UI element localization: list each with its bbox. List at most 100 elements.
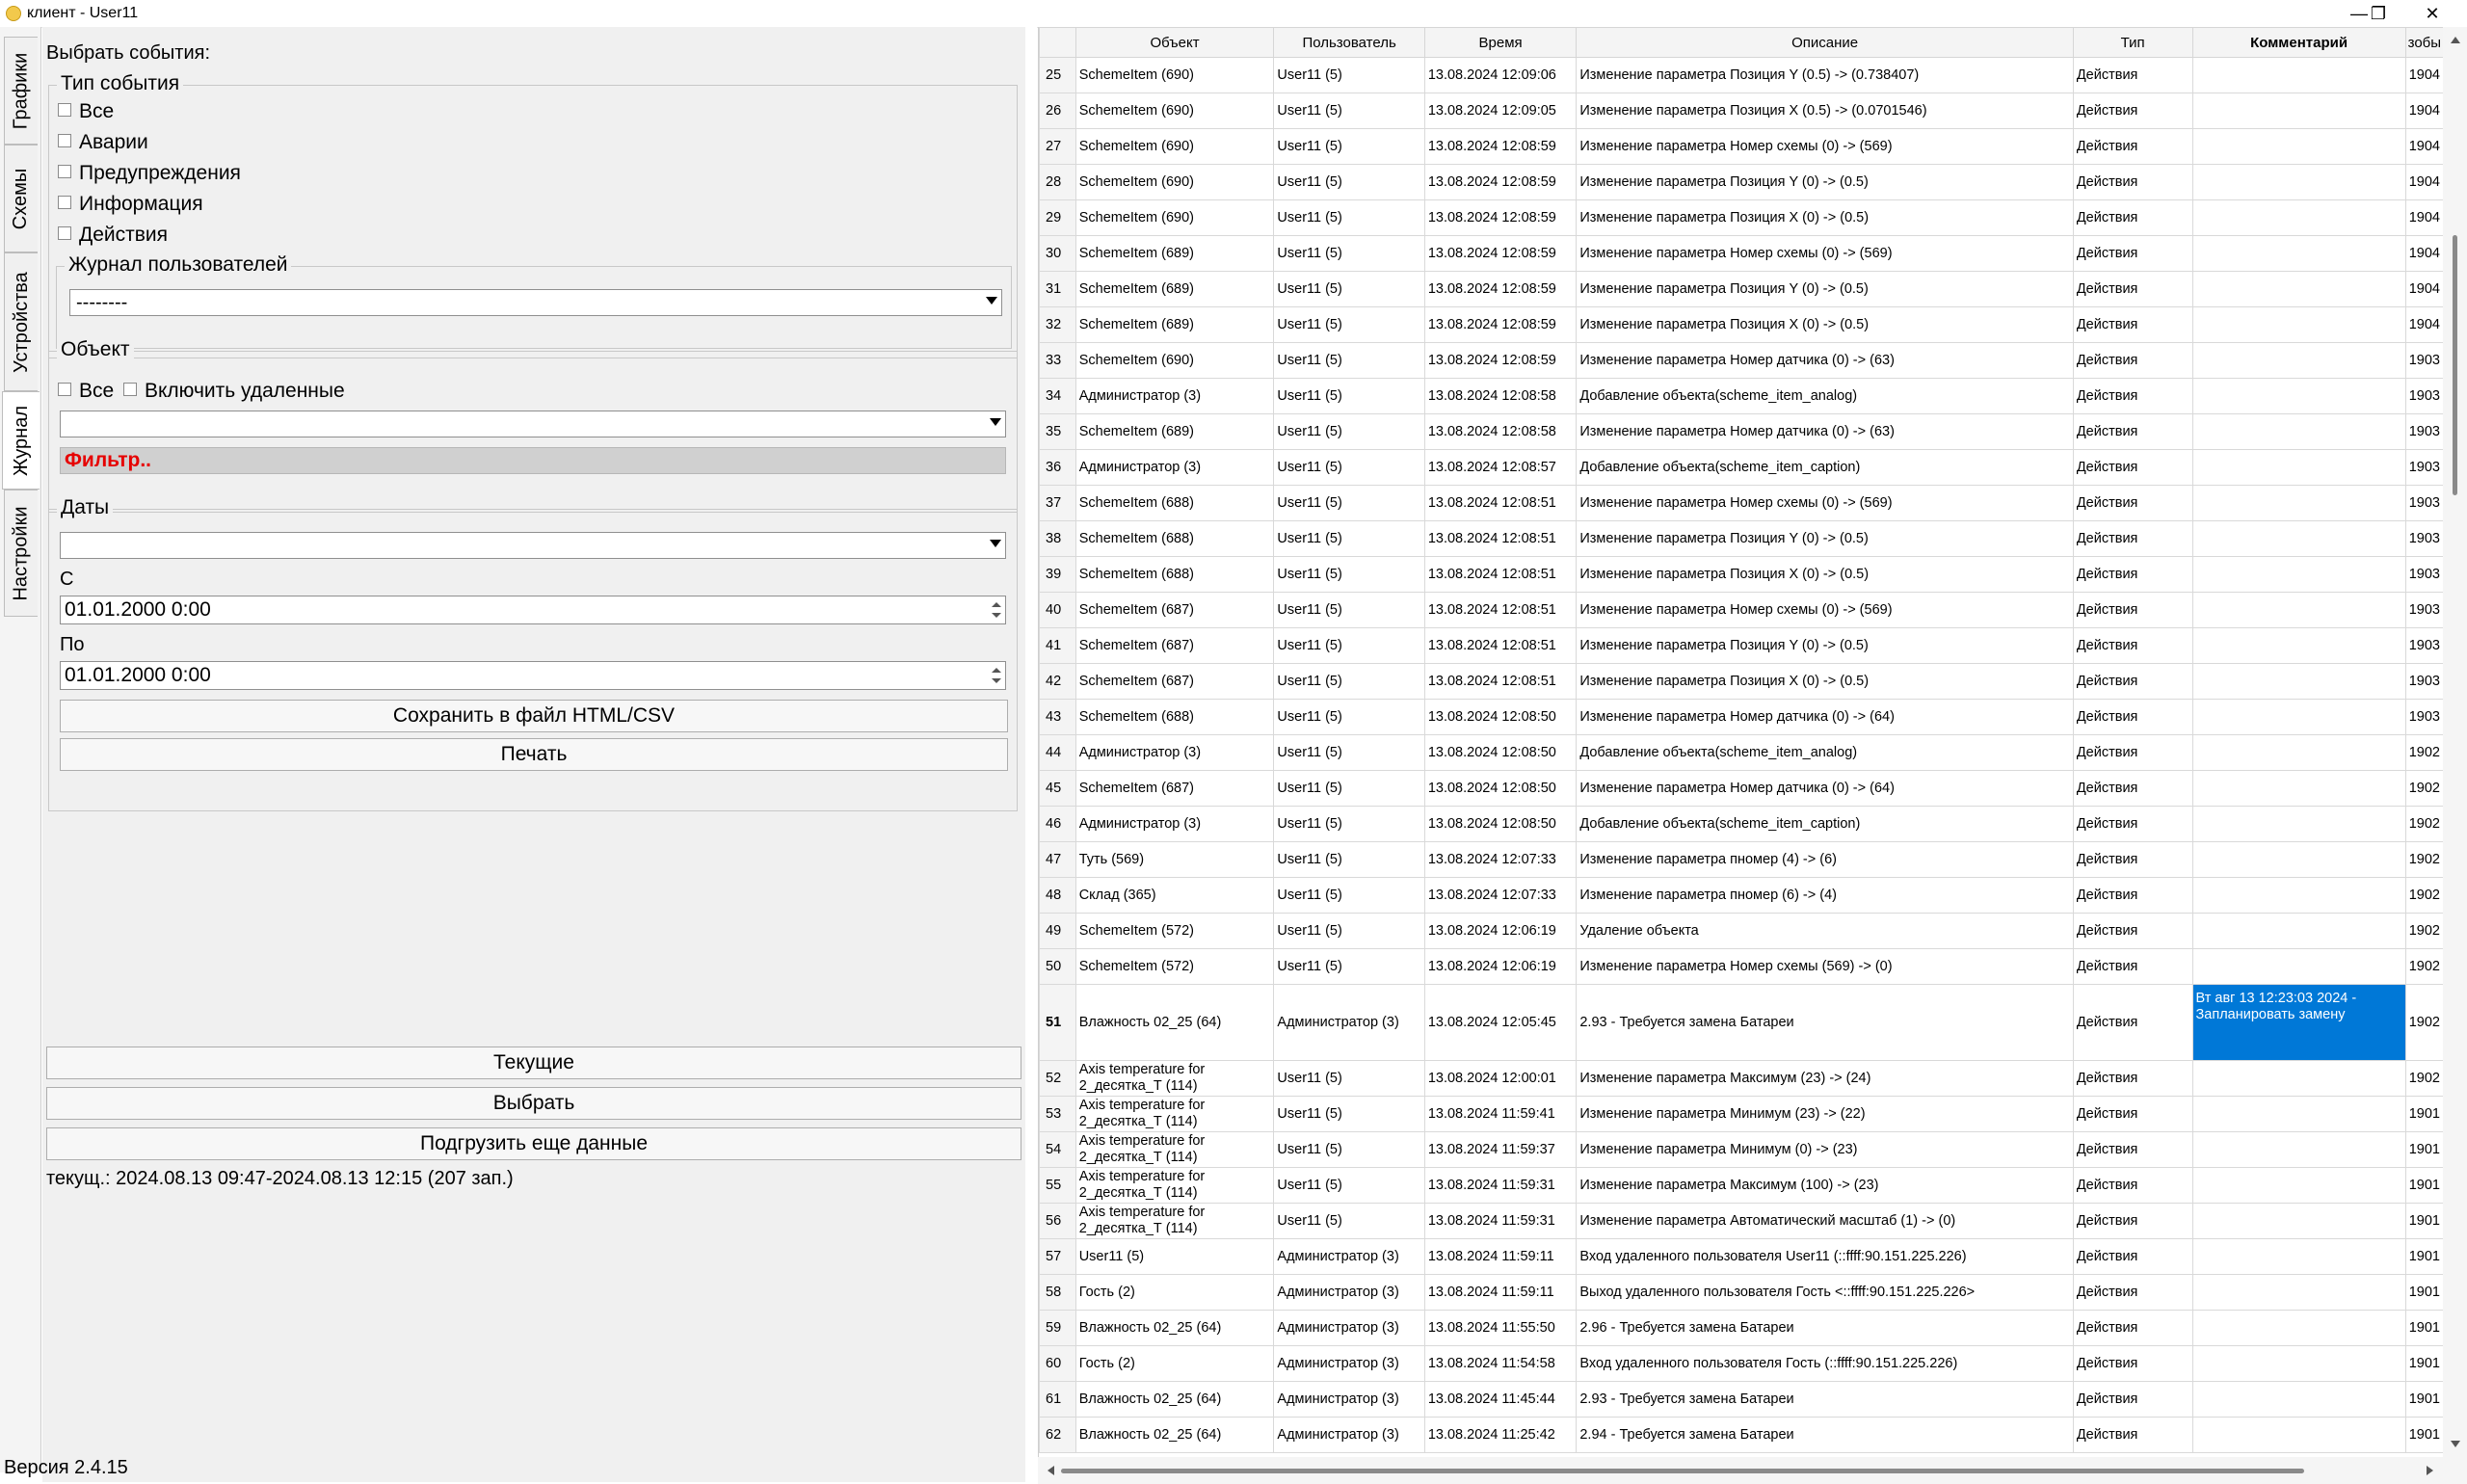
- cell-comment[interactable]: [2191, 770, 2406, 807]
- scroll-thumb[interactable]: [2453, 235, 2457, 495]
- table-row[interactable]: 57 User11 (5) Администратор (3) 13.08.2024 …: [1039, 1238, 2444, 1275]
- cell-extra[interactable]: 1901: [2404, 1381, 2444, 1418]
- cell-description[interactable]: Удаление объекта: [1576, 913, 2074, 949]
- cell-extra[interactable]: 1901: [2404, 1274, 2444, 1311]
- cell-row-number[interactable]: 53: [1039, 1096, 1076, 1132]
- cell-type[interactable]: Действия: [2072, 734, 2193, 771]
- cell-row-number[interactable]: 60: [1039, 1345, 1076, 1382]
- cell-type[interactable]: Действия: [2072, 1238, 2193, 1275]
- table-row[interactable]: 40 SchemeItem (687) User11 (5) 13.08.2024 1…: [1039, 592, 2444, 628]
- cell-time[interactable]: 13.08.2024 12:08:59: [1423, 128, 1578, 165]
- cell-type[interactable]: Действия: [2072, 1167, 2193, 1204]
- cell-type[interactable]: Действия: [2072, 806, 2193, 842]
- cell-extra[interactable]: 1904: [2404, 271, 2444, 307]
- cell-user[interactable]: User11 (5): [1273, 235, 1425, 272]
- col-header-time[interactable]: Время: [1423, 27, 1578, 58]
- cell-description[interactable]: Изменение параметра Номер датчика (0) ->…: [1576, 342, 2074, 379]
- checkbox-info[interactable]: Информация: [58, 193, 203, 216]
- cell-extra[interactable]: 1902: [2404, 1060, 2444, 1097]
- cell-object[interactable]: SchemeItem (572): [1074, 948, 1275, 985]
- checkbox-warnings[interactable]: Предупреждения: [58, 162, 241, 185]
- cell-user[interactable]: User11 (5): [1273, 164, 1425, 200]
- cell-user[interactable]: Администратор (3): [1273, 1381, 1425, 1418]
- table-row[interactable]: 42 SchemeItem (687) User11 (5) 13.08.2024 1…: [1039, 663, 2444, 700]
- hscroll-thumb[interactable]: [1061, 1469, 2304, 1473]
- cell-description[interactable]: Изменение параметра Позиция X (0) -> (0.…: [1576, 663, 2074, 700]
- cell-comment[interactable]: [2191, 378, 2406, 414]
- table-row[interactable]: 52 Axis temperature for 2_десятка_Т (114)…: [1039, 1060, 2444, 1097]
- cell-object[interactable]: SchemeItem (689): [1074, 235, 1275, 272]
- cell-description[interactable]: Вход удаленного пользователя User11 (::f…: [1576, 1238, 2074, 1275]
- cell-time[interactable]: 13.08.2024 12:06:19: [1423, 913, 1578, 949]
- cell-type[interactable]: Действия: [2072, 342, 2193, 379]
- col-header-extra[interactable]: зобы: [2404, 27, 2444, 58]
- cell-description[interactable]: Добавление объекта(scheme_item_analog): [1576, 734, 2074, 771]
- cell-user[interactable]: User11 (5): [1273, 877, 1425, 914]
- table-row[interactable]: 34 Администратор (3) User11 (5) 13.08.2024 …: [1039, 378, 2444, 414]
- cell-row-number[interactable]: 45: [1039, 770, 1076, 807]
- cell-extra[interactable]: 1903: [2404, 663, 2444, 700]
- cell-user[interactable]: User11 (5): [1273, 485, 1425, 521]
- to-date-input[interactable]: 01.01.2000 0:00: [60, 661, 1006, 690]
- save-html-csv-button[interactable]: Сохранить в файл HTML/CSV: [60, 700, 1008, 732]
- cell-extra[interactable]: 1902: [2404, 984, 2444, 1061]
- cell-extra[interactable]: 1903: [2404, 449, 2444, 486]
- tab-schemes[interactable]: Схемы: [4, 145, 38, 252]
- cell-comment[interactable]: [2191, 449, 2406, 486]
- col-header-comment[interactable]: Комментарий: [2191, 27, 2406, 58]
- cell-user[interactable]: User11 (5): [1273, 734, 1425, 771]
- cell-extra[interactable]: 1902: [2404, 806, 2444, 842]
- cell-extra[interactable]: 1903: [2404, 592, 2444, 628]
- cell-time[interactable]: 13.08.2024 12:09:05: [1423, 93, 1578, 129]
- cell-type[interactable]: Действия: [2072, 913, 2193, 949]
- cell-comment[interactable]: [2191, 485, 2406, 521]
- cell-extra[interactable]: 1904: [2404, 199, 2444, 236]
- table-row[interactable]: 26 SchemeItem (690) User11 (5) 13.08.2024 1…: [1039, 93, 2444, 129]
- cell-user[interactable]: Администратор (3): [1273, 1345, 1425, 1382]
- table-row[interactable]: 46 Администратор (3) User11 (5) 13.08.2024 …: [1039, 806, 2444, 842]
- table-row[interactable]: 61 Влажность 02_25 (64) Администратор (3) 1…: [1039, 1381, 2444, 1418]
- cell-extra[interactable]: 1901: [2404, 1345, 2444, 1382]
- cell-user[interactable]: User11 (5): [1273, 128, 1425, 165]
- cell-user[interactable]: Администратор (3): [1273, 1417, 1425, 1453]
- table-row[interactable]: 56 Axis temperature for 2_десятка_Т (114)…: [1039, 1203, 2444, 1239]
- cell-type[interactable]: Действия: [2072, 1096, 2193, 1132]
- cell-row-number[interactable]: 61: [1039, 1381, 1076, 1418]
- checkbox-include-deleted[interactable]: Включить удаленные: [123, 380, 345, 403]
- cell-description[interactable]: Изменение параметра Позиция X (0) -> (0.…: [1576, 556, 2074, 593]
- cell-comment[interactable]: [2191, 1167, 2406, 1204]
- cell-extra[interactable]: 1904: [2404, 164, 2444, 200]
- cell-object[interactable]: SchemeItem (688): [1074, 485, 1275, 521]
- cell-description[interactable]: Изменение параметра Номер схемы (569) ->…: [1576, 948, 2074, 985]
- cell-user[interactable]: User11 (5): [1273, 520, 1425, 557]
- cell-extra[interactable]: 1904: [2404, 235, 2444, 272]
- cell-user[interactable]: User11 (5): [1273, 342, 1425, 379]
- cell-user[interactable]: User11 (5): [1273, 306, 1425, 343]
- cell-comment[interactable]: [2191, 199, 2406, 236]
- cell-row-number[interactable]: 54: [1039, 1131, 1076, 1168]
- table-row[interactable]: 51 Влажность 02_25 (64) Администратор (3) 1…: [1039, 984, 2444, 1061]
- cell-description[interactable]: Изменение параметра Позиция Y (0) -> (0.…: [1576, 271, 2074, 307]
- cell-time[interactable]: 13.08.2024 11:54:58: [1423, 1345, 1578, 1382]
- cell-user[interactable]: User11 (5): [1273, 57, 1425, 93]
- checkbox-all-objects[interactable]: Все: [58, 380, 114, 403]
- cell-row-number[interactable]: 46: [1039, 806, 1076, 842]
- cell-type[interactable]: Действия: [2072, 306, 2193, 343]
- table-row[interactable]: 44 Администратор (3) User11 (5) 13.08.2024 …: [1039, 734, 2444, 771]
- dates-select[interactable]: [60, 532, 1006, 559]
- cell-time[interactable]: 13.08.2024 12:05:45: [1423, 984, 1578, 1061]
- cell-comment[interactable]: [2191, 1096, 2406, 1132]
- col-header-user[interactable]: Пользователь: [1273, 27, 1425, 58]
- cell-time[interactable]: 13.08.2024 12:08:50: [1423, 806, 1578, 842]
- cell-comment[interactable]: [2191, 93, 2406, 129]
- table-row[interactable]: 38 SchemeItem (688) User11 (5) 13.08.2024 1…: [1039, 520, 2444, 557]
- cell-row-number[interactable]: 39: [1039, 556, 1076, 593]
- cell-comment[interactable]: [2191, 164, 2406, 200]
- cell-extra[interactable]: 1901: [2404, 1310, 2444, 1346]
- cell-comment[interactable]: [2191, 1060, 2406, 1097]
- cell-extra[interactable]: 1903: [2404, 378, 2444, 414]
- cell-object[interactable]: Влажность 02_25 (64): [1074, 1310, 1275, 1346]
- cell-description[interactable]: Изменение параметра пномер (6) -> (4): [1576, 877, 2074, 914]
- cell-time[interactable]: 13.08.2024 12:09:06: [1423, 57, 1578, 93]
- cell-user[interactable]: User11 (5): [1273, 627, 1425, 664]
